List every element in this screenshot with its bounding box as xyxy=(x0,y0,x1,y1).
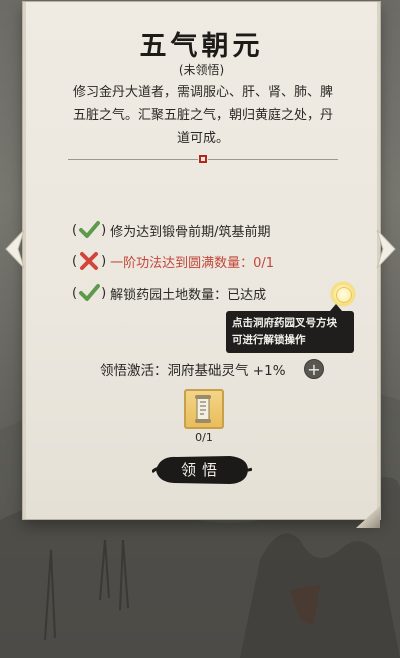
condition-herb-garden: ( ) 解锁药园土地数量：已达成 xyxy=(72,282,266,304)
activation-bonus: 领悟激活：洞府基础灵气 +1% xyxy=(100,363,286,379)
technique-description: 修习金丹大道者，需调服心、肝、肾、肺、脾 五脏之气。汇聚五脏之气，朝归黄庭之处，… xyxy=(72,81,334,150)
prev-arrow-icon[interactable] xyxy=(2,228,28,270)
technique-title: 五气朝元 xyxy=(139,31,264,62)
check-icon xyxy=(79,284,101,301)
condition-text: 解锁药园土地数量：已达成 xyxy=(110,287,267,303)
divider-ornament xyxy=(198,154,208,164)
item-count: 0/1 xyxy=(195,431,213,444)
comprehend-button-label: 领悟 xyxy=(180,461,223,479)
condition-text: 修为达到锻骨前期/筑基前期 xyxy=(110,224,271,240)
description-line: 五脏之气。汇聚五脏之气，朝归黄庭之处，丹 xyxy=(72,108,333,123)
condition-techniques: ( ) 一阶功法达到圆满数量：0/1 xyxy=(72,250,274,272)
hint-tooltip: 点击洞府药园叉号方块 可进行解锁操作 xyxy=(226,304,354,353)
condition-realm: ( ) 修为达到锻骨前期/筑基前期 xyxy=(72,219,271,241)
scroll-icon xyxy=(195,395,211,423)
plus-button[interactable]: + xyxy=(304,359,324,379)
next-arrow-icon[interactable] xyxy=(373,228,399,270)
tooltip-line: 点击洞府药园叉号方块 xyxy=(232,317,337,329)
description-line: 修习金丹大道者，需调服心、肝、肾、肺、脾 xyxy=(72,85,333,100)
check-icon xyxy=(79,221,101,238)
item-slot[interactable] xyxy=(184,389,224,429)
technique-status: (未领悟) xyxy=(178,63,225,77)
description-line: 道可成。 xyxy=(176,131,229,146)
cross-icon xyxy=(80,252,99,270)
tooltip-line: 可进行解锁操作 xyxy=(232,334,306,346)
condition-text: 一阶功法达到圆满数量：0/1 xyxy=(110,255,275,271)
